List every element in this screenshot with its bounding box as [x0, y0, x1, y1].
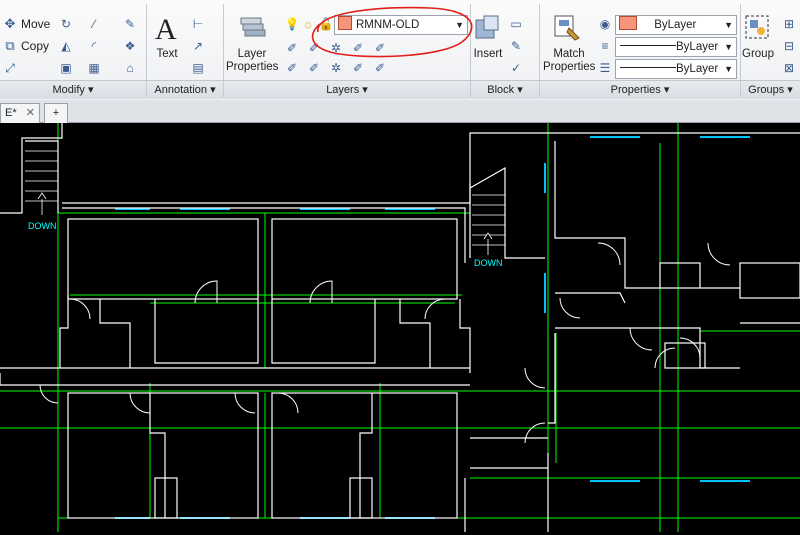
color-wheel-icon[interactable]: ◉	[597, 16, 613, 32]
move-tool[interactable]: ✥ Move	[2, 16, 51, 32]
fillet-icon[interactable]: ◜	[86, 38, 102, 54]
properties-panel-bar[interactable]: Properties ▾	[540, 80, 740, 99]
text-label[interactable]: Text	[152, 48, 182, 61]
close-icon[interactable]: ✕	[26, 107, 35, 119]
annotation-panel-label: Annotation	[154, 84, 208, 96]
attribute-icon[interactable]: ✓	[508, 60, 524, 76]
annotation-circle	[311, 6, 473, 58]
stair-label-left: DOWN	[28, 221, 57, 231]
chevron-down-icon: ▼	[724, 42, 733, 52]
linetype-icon[interactable]: ☰	[597, 60, 613, 76]
create-block-icon[interactable]: ▭	[508, 16, 524, 32]
text-icon[interactable]: A	[155, 14, 177, 46]
modify-panel-bar[interactable]: Modify ▾	[0, 80, 146, 99]
copy-icon: ⧉	[5, 38, 15, 53]
stretch-icon[interactable]: ⤢	[2, 60, 18, 76]
move-label: Move	[21, 17, 51, 31]
layer-tool-icon[interactable]: ✐	[306, 60, 322, 76]
layers-panel-label: Layers	[326, 84, 360, 96]
group-select-icon[interactable]: ⊠	[781, 60, 797, 76]
edit-block-icon[interactable]: ✎	[508, 38, 524, 54]
chevron-down-icon: ▼	[724, 64, 733, 74]
line-sample	[620, 45, 676, 46]
groups-panel-label: Groups	[748, 84, 785, 96]
explode-icon[interactable]: ❖	[122, 38, 138, 54]
trim-icon[interactable]: ⁄	[86, 16, 102, 32]
move-icon: ✥	[4, 16, 16, 31]
ribbon: ✥ Move ⧉ Copy ⤢ ↻ ◭ ▣ ⁄ ◜ ▦ ✎ ❖ ⌂ Modify…	[0, 0, 800, 101]
floor-plan: DOWN DOWN	[0, 123, 800, 532]
group-icon[interactable]	[744, 14, 770, 40]
new-tab-button[interactable]: +	[44, 103, 68, 123]
copy-label: Copy	[21, 39, 50, 53]
layers-panel-bar[interactable]: Layers ▾	[224, 80, 470, 99]
array-icon[interactable]: ▦	[86, 60, 102, 76]
chevron-down-icon: ▼	[724, 20, 733, 30]
block-panel-label: Block	[487, 84, 515, 96]
add-tab-icon: +	[52, 107, 60, 119]
scale-icon[interactable]: ▣	[58, 60, 74, 76]
linetype-dropdown[interactable]: ByLayer ▼	[615, 59, 737, 79]
layer-tool-icon[interactable]: ✐	[372, 60, 388, 76]
color-value: ByLayer	[654, 19, 697, 31]
mirror-icon[interactable]: ◭	[58, 38, 74, 54]
layer-tool-icon[interactable]: ✐	[284, 60, 300, 76]
layer-tool-icon[interactable]: ✐	[350, 60, 366, 76]
annotation-panel-bar[interactable]: Annotation ▾	[147, 80, 223, 99]
block-panel-bar[interactable]: Block ▾	[471, 80, 539, 99]
erase-icon[interactable]: ✎	[122, 16, 138, 32]
offset-icon[interactable]: ⌂	[122, 60, 138, 76]
match-properties-label[interactable]: Match Properties	[543, 48, 595, 74]
layer-tool-icon[interactable]: ✲	[328, 60, 344, 76]
ungroup-icon[interactable]: ⊞	[781, 16, 797, 32]
line-sample	[620, 67, 676, 68]
group-label[interactable]: Group	[740, 48, 776, 61]
lineweight-icon[interactable]: ≡	[597, 38, 613, 54]
dimension-icon[interactable]: ⊢	[190, 16, 206, 32]
stair-label-middle: DOWN	[474, 258, 503, 268]
leader-icon[interactable]: ↗	[190, 38, 206, 54]
layer-properties-icon[interactable]	[238, 14, 266, 40]
properties-panel-label: Properties	[610, 84, 661, 96]
lineweight-dropdown[interactable]: ByLayer ▼	[615, 37, 737, 57]
table-icon[interactable]: ▤	[190, 60, 206, 76]
linetype-value: ByLayer	[676, 63, 719, 75]
layer-tool-icon[interactable]: ✐	[284, 40, 300, 56]
document-tab-strip: E* ✕ +	[0, 100, 800, 123]
lineweight-value: ByLayer	[676, 41, 719, 53]
drawing-canvas[interactable]: DOWN DOWN	[0, 123, 800, 532]
match-properties-icon[interactable]	[553, 14, 581, 42]
group-edit-icon[interactable]: ⊟	[781, 38, 797, 54]
rotate-icon[interactable]: ↻	[58, 16, 74, 32]
layer-properties-label[interactable]: Layer Properties	[226, 48, 278, 74]
lightbulb-icon[interactable]: 💡	[284, 16, 300, 32]
color-dropdown[interactable]: ByLayer ▼	[615, 15, 737, 35]
drawing-tab-label: E*	[5, 107, 17, 119]
color-swatch	[619, 16, 637, 30]
groups-panel-bar[interactable]: Groups ▾	[741, 80, 800, 99]
modify-panel-label: Modify	[52, 84, 85, 96]
drawing-tab[interactable]: E* ✕	[0, 103, 40, 123]
copy-tool[interactable]: ⧉ Copy	[2, 38, 49, 54]
